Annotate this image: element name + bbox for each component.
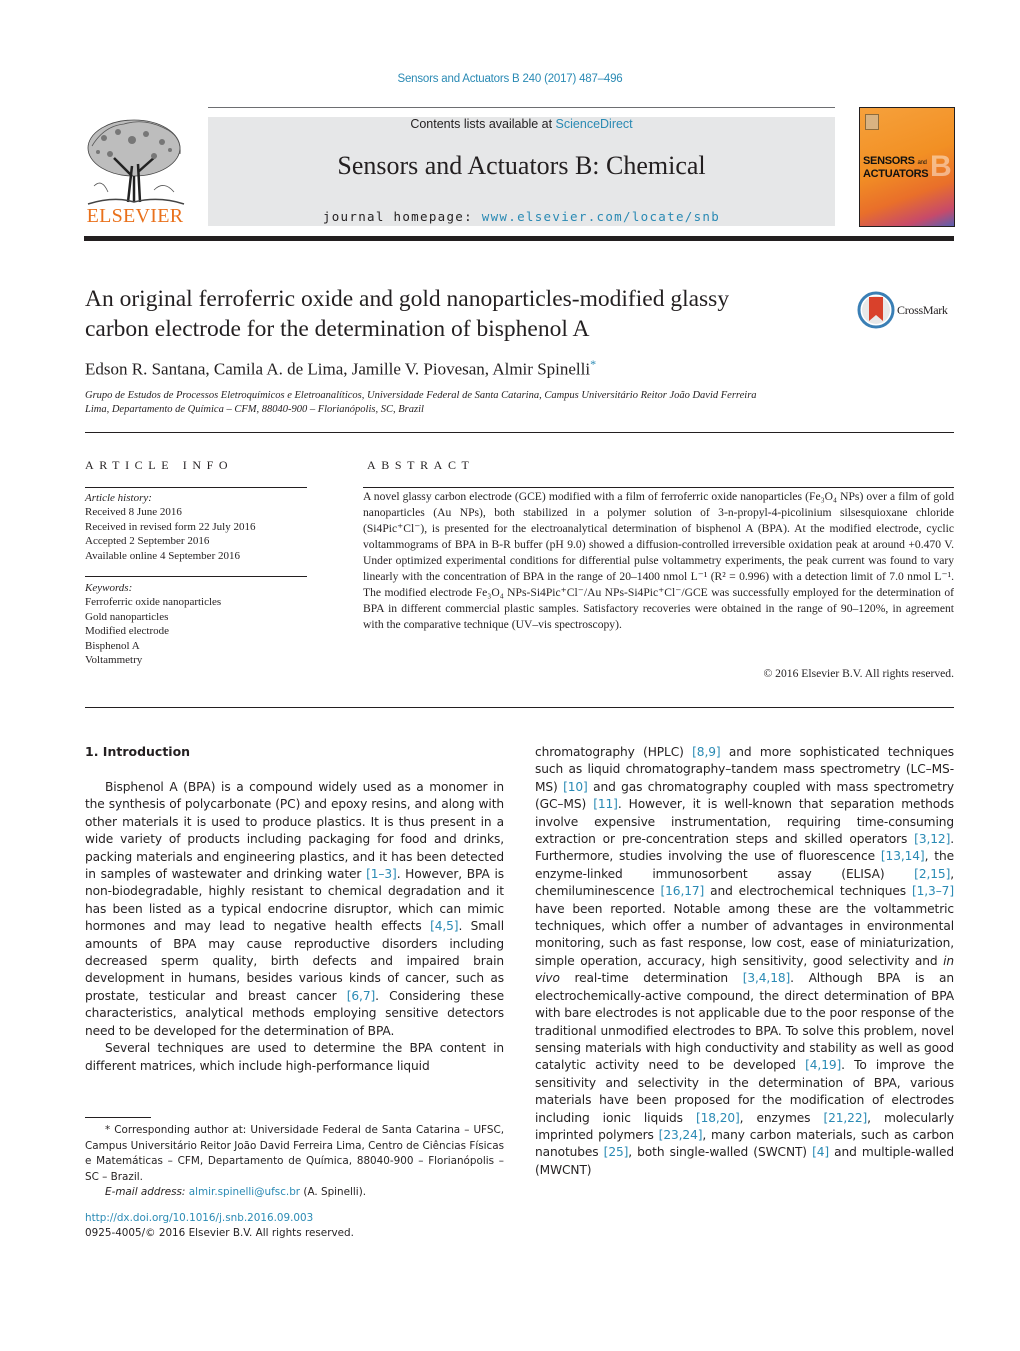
body-column-left: Bisphenol A (BPA) is a compound widely u… bbox=[85, 779, 504, 1075]
cover-letter: B bbox=[930, 150, 952, 183]
title-block-divider bbox=[85, 432, 954, 433]
keyword-item: Ferroferric oxide nanoparticles bbox=[85, 596, 222, 609]
cover-title: SENSORS and ACTUATORS bbox=[863, 155, 929, 180]
article-info-divider bbox=[85, 487, 307, 488]
body-text: , enzymes bbox=[739, 1110, 824, 1125]
header-divider bbox=[208, 107, 835, 108]
citation-link[interactable]: [2,15] bbox=[914, 867, 950, 881]
contents-prefix: Contents lists available at bbox=[410, 117, 556, 131]
citation-link[interactable]: [1,3–7] bbox=[912, 884, 954, 898]
abstract-divider bbox=[363, 487, 954, 488]
author-affiliation: Grupo de Estudos de Processos Eletroquím… bbox=[85, 389, 885, 417]
citation-link[interactable]: [13,14] bbox=[881, 849, 925, 863]
journal-homepage-line: journal homepage: www.elsevier.com/locat… bbox=[208, 209, 835, 224]
history-item: Accepted 2 September 2016 bbox=[85, 535, 210, 548]
section-heading-introduction: 1. Introduction bbox=[85, 744, 191, 759]
abstract-text: A novel glassy carbon electrode (GCE) mo… bbox=[363, 490, 954, 631]
citation-link[interactable]: [8,9] bbox=[692, 745, 721, 759]
keyword-item: Gold nanoparticles bbox=[85, 610, 169, 623]
history-item: Received 8 June 2016 bbox=[85, 506, 182, 519]
email-link[interactable]: almir.spinelli@ufsc.br bbox=[189, 1186, 300, 1198]
masthead-divider bbox=[84, 236, 954, 241]
citation-link[interactable]: [3,12] bbox=[914, 832, 950, 846]
affiliation-line1: Grupo de Estudos de Processos Eletroquím… bbox=[85, 390, 757, 401]
body-paragraph: Bisphenol A (BPA) is a compound widely u… bbox=[85, 779, 504, 1040]
citation-link[interactable]: [18,20] bbox=[696, 1111, 740, 1125]
citation-link[interactable]: [6,7] bbox=[347, 989, 376, 1003]
journal-homepage-link[interactable]: www.elsevier.com/locate/snb bbox=[482, 209, 720, 224]
article-info-heading: ARTICLE INFO bbox=[85, 458, 234, 472]
keyword-item: Modified electrode bbox=[85, 625, 169, 638]
body-text: , both single-walled (SWCNT) bbox=[628, 1145, 813, 1160]
article-title-line1: An original ferroferric oxide and gold n… bbox=[85, 286, 730, 312]
citation-link[interactable]: [25] bbox=[604, 1145, 629, 1159]
journal-cover-thumbnail[interactable]: B SENSORS and ACTUATORS bbox=[859, 107, 955, 227]
body-text: and electrochemical techniques bbox=[704, 884, 912, 899]
author-list: Edson R. Santana, Camila A. de Lima, Jam… bbox=[85, 357, 596, 380]
footnote-divider bbox=[85, 1117, 151, 1118]
keywords-label: Keywords: bbox=[85, 582, 133, 594]
keywords-divider bbox=[85, 576, 307, 577]
cover-elsevier-badge-icon bbox=[865, 114, 879, 130]
running-header[interactable]: Sensors and Actuators B 240 (2017) 487–4… bbox=[0, 73, 1020, 85]
elsevier-wordmark: ELSEVIER bbox=[86, 205, 184, 227]
issn-copyright: 0925-4005/© 2016 Elsevier B.V. All right… bbox=[85, 1227, 354, 1239]
body-text: real-time determination bbox=[559, 971, 743, 986]
citation-link[interactable]: [10] bbox=[563, 780, 588, 794]
history-item: Received in revised form 22 July 2016 bbox=[85, 520, 256, 533]
citation-link[interactable]: [4,5] bbox=[430, 919, 459, 933]
abstract-copyright: © 2016 Elsevier B.V. All rights reserved… bbox=[763, 667, 954, 680]
cover-title-and: and bbox=[917, 160, 927, 166]
body-paragraph: chromatography (HPLC) [8,9] and more sop… bbox=[535, 744, 954, 1179]
cover-title-line1: SENSORS bbox=[863, 155, 915, 167]
citation-link[interactable]: [16,17] bbox=[660, 884, 704, 898]
body-text: chromatography (HPLC) bbox=[535, 745, 693, 759]
journal-title: Sensors and Actuators B: Chemical bbox=[337, 151, 706, 180]
email-suffix: (A. Spinelli). bbox=[300, 1186, 367, 1198]
citation-link[interactable]: [4,19] bbox=[805, 1058, 841, 1072]
cover-title-line2: ACTUATORS bbox=[863, 168, 929, 180]
crossmark-label: CrossMark bbox=[897, 303, 948, 317]
abstract-bottom-divider bbox=[85, 707, 954, 708]
email-label: E-mail address: bbox=[105, 1186, 189, 1198]
doi-block: http://dx.doi.org/10.1016/j.snb.2016.09.… bbox=[85, 1211, 354, 1241]
article-history-label: Article history: bbox=[85, 492, 152, 504]
homepage-prefix: journal homepage: bbox=[322, 209, 482, 224]
doi-link[interactable]: http://dx.doi.org/10.1016/j.snb.2016.09.… bbox=[85, 1211, 354, 1226]
article-title-line2: carbon electrode for the determination o… bbox=[85, 316, 590, 342]
article-title: An original ferroferric oxide and gold n… bbox=[85, 284, 825, 344]
abstract-heading: ABSTRACT bbox=[367, 458, 475, 472]
citation-link[interactable]: [4] bbox=[812, 1145, 829, 1159]
history-item: Available online 4 September 2016 bbox=[85, 549, 240, 562]
footnote-text: Corresponding author at: Universidade Fe… bbox=[85, 1124, 504, 1183]
body-text: Several techniques are used to determine… bbox=[85, 1041, 504, 1073]
body-text: Bisphenol A (BPA) is a compound widely u… bbox=[85, 780, 504, 882]
article-history: Article history: Received 8 June 2016 Re… bbox=[85, 491, 307, 563]
body-column-right: chromatography (HPLC) [8,9] and more sop… bbox=[535, 744, 954, 1179]
keyword-item: Bisphenol A bbox=[85, 639, 140, 652]
body-paragraph: Several techniques are used to determine… bbox=[85, 1040, 504, 1075]
crossmark-button[interactable]: CrossMark bbox=[857, 291, 957, 331]
citation-link[interactable]: [11] bbox=[593, 797, 618, 811]
citation-link[interactable]: [3,4,18] bbox=[743, 971, 791, 985]
citation-link[interactable]: [21,22] bbox=[823, 1111, 867, 1125]
affiliation-line2: Lima, Departamento de Química – CFM, 880… bbox=[85, 404, 424, 415]
corresponding-author-footnote: * Corresponding author at: Universidade … bbox=[85, 1123, 504, 1201]
sciencedirect-link[interactable]: ScienceDirect bbox=[556, 117, 633, 131]
citation-link[interactable]: [23,24] bbox=[659, 1128, 703, 1142]
citation-link[interactable]: [1–3] bbox=[366, 867, 397, 881]
crossmark-icon bbox=[857, 291, 895, 329]
keywords-list: Keywords: Ferroferric oxide nanoparticle… bbox=[85, 581, 307, 667]
authors-text: Edson R. Santana, Camila A. de Lima, Jam… bbox=[85, 359, 591, 379]
body-text: have been reported. Notable among these … bbox=[535, 901, 954, 968]
contents-available-line: Contents lists available at ScienceDirec… bbox=[208, 117, 835, 131]
corresponding-author-marker[interactable]: * bbox=[590, 357, 596, 371]
keyword-item: Voltammetry bbox=[85, 654, 143, 667]
